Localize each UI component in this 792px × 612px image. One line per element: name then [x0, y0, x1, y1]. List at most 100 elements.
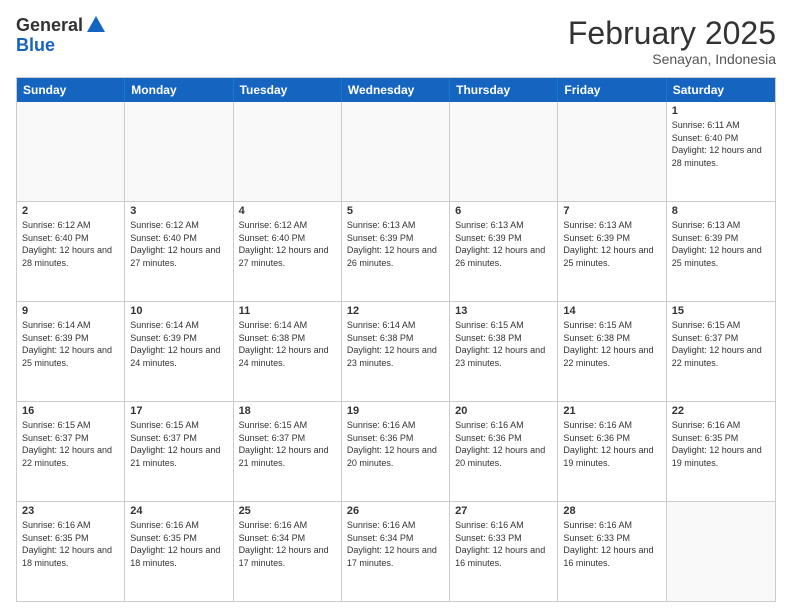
calendar-cell: 17Sunrise: 6:15 AM Sunset: 6:37 PM Dayli…: [125, 402, 233, 501]
location-text: Senayan, Indonesia: [568, 51, 776, 67]
calendar-row: 23 Sunrise: 6:16 AM Sunset: 6:35 PM Dayli…: [17, 502, 775, 601]
day-number: 11: [239, 305, 336, 317]
calendar-cell: 15 Sunrise: 6:15 AM Sunset: 6:37 PM Dayli…: [667, 302, 775, 401]
day-number: 26: [347, 505, 444, 517]
day-info: Sunrise: 6:14 AM Sunset: 6:39 PM Dayligh…: [22, 319, 119, 369]
logo: General Blue: [16, 16, 107, 56]
calendar-cell: [558, 102, 666, 201]
calendar-cell: 10 Sunrise: 6:14 AM Sunset: 6:39 PM Dayli…: [125, 302, 233, 401]
day-number: 19: [347, 405, 444, 417]
calendar-row: 1 Sunrise: 6:11 AM Sunset: 6:40 PM Daylig…: [17, 102, 775, 202]
day-number: 2: [22, 205, 119, 217]
calendar: SundayMondayTuesdayWednesdayThursdayFrid…: [16, 77, 776, 602]
day-number: 25: [239, 505, 336, 517]
day-info: Sunrise: 6:15 AM Sunset: 6:37 PM Dayligh…: [22, 419, 119, 469]
calendar-cell: 12Sunrise: 6:14 AM Sunset: 6:38 PM Dayli…: [342, 302, 450, 401]
calendar-cell: 28 Sunrise: 6:16 AM Sunset: 6:33 PM Dayli…: [558, 502, 666, 601]
day-info: Sunrise: 6:15 AM Sunset: 6:37 PM Dayligh…: [672, 319, 770, 369]
calendar-row: 16 Sunrise: 6:15 AM Sunset: 6:37 PM Dayli…: [17, 402, 775, 502]
day-number: 20: [455, 405, 552, 417]
weekday-header: Sunday: [17, 78, 125, 102]
day-number: 18: [239, 405, 336, 417]
calendar-cell: 26Sunrise: 6:16 AM Sunset: 6:34 PM Dayli…: [342, 502, 450, 601]
day-info: Sunrise: 6:13 AM Sunset: 6:39 PM Dayligh…: [455, 219, 552, 269]
title-section: February 2025 Senayan, Indonesia: [568, 16, 776, 67]
calendar-cell: 18 Sunrise: 6:15 AM Sunset: 6:37 PM Dayli…: [234, 402, 342, 501]
logo-icon: [85, 14, 107, 36]
day-info: Sunrise: 6:13 AM Sunset: 6:39 PM Dayligh…: [347, 219, 444, 269]
day-number: 12: [347, 305, 444, 317]
day-info: Sunrise: 6:15 AM Sunset: 6:38 PM Dayligh…: [455, 319, 552, 369]
day-info: Sunrise: 6:16 AM Sunset: 6:34 PM Dayligh…: [239, 519, 336, 569]
calendar-cell: 1 Sunrise: 6:11 AM Sunset: 6:40 PM Daylig…: [667, 102, 775, 201]
calendar-cell: 23 Sunrise: 6:16 AM Sunset: 6:35 PM Dayli…: [17, 502, 125, 601]
calendar-header: SundayMondayTuesdayWednesdayThursdayFrid…: [17, 78, 775, 102]
calendar-cell: 5 Sunrise: 6:13 AM Sunset: 6:39 PM Daylig…: [342, 202, 450, 301]
day-info: Sunrise: 6:13 AM Sunset: 6:39 PM Dayligh…: [563, 219, 660, 269]
day-info: Sunrise: 6:12 AM Sunset: 6:40 PM Dayligh…: [22, 219, 119, 269]
day-number: 22: [672, 405, 770, 417]
calendar-cell: 22 Sunrise: 6:16 AM Sunset: 6:35 PM Dayli…: [667, 402, 775, 501]
calendar-cell: 7 Sunrise: 6:13 AM Sunset: 6:39 PM Daylig…: [558, 202, 666, 301]
calendar-cell: 14 Sunrise: 6:15 AM Sunset: 6:38 PM Dayli…: [558, 302, 666, 401]
day-info: Sunrise: 6:15 AM Sunset: 6:38 PM Dayligh…: [563, 319, 660, 369]
calendar-cell: 6 Sunrise: 6:13 AM Sunset: 6:39 PM Daylig…: [450, 202, 558, 301]
day-number: 23: [22, 505, 119, 517]
day-info: Sunrise: 6:16 AM Sunset: 6:36 PM Dayligh…: [563, 419, 660, 469]
page-header: General Blue February 2025 Senayan, Indo…: [16, 16, 776, 67]
month-title: February 2025: [568, 16, 776, 51]
calendar-page: General Blue February 2025 Senayan, Indo…: [0, 0, 792, 612]
day-info: Sunrise: 6:14 AM Sunset: 6:38 PM Dayligh…: [239, 319, 336, 369]
day-number: 28: [563, 505, 660, 517]
logo-general-text: General: [16, 16, 83, 36]
calendar-cell: [234, 102, 342, 201]
calendar-cell: 24 Sunrise: 6:16 AM Sunset: 6:35 PM Dayli…: [125, 502, 233, 601]
calendar-cell: 11 Sunrise: 6:14 AM Sunset: 6:38 PM Dayli…: [234, 302, 342, 401]
day-info: Sunrise: 6:16 AM Sunset: 6:35 PM Dayligh…: [22, 519, 119, 569]
calendar-cell: [17, 102, 125, 201]
day-info: Sunrise: 6:13 AM Sunset: 6:39 PM Dayligh…: [672, 219, 770, 269]
day-info: Sunrise: 6:14 AM Sunset: 6:39 PM Dayligh…: [130, 319, 227, 369]
calendar-cell: 4Sunrise: 6:12 AM Sunset: 6:40 PM Daylig…: [234, 202, 342, 301]
calendar-cell: 21 Sunrise: 6:16 AM Sunset: 6:36 PM Dayli…: [558, 402, 666, 501]
calendar-cell: [342, 102, 450, 201]
calendar-cell: 8 Sunrise: 6:13 AM Sunset: 6:39 PM Daylig…: [667, 202, 775, 301]
day-info: Sunrise: 6:15 AM Sunset: 6:37 PM Dayligh…: [130, 419, 227, 469]
day-number: 21: [563, 405, 660, 417]
calendar-cell: 27Sunrise: 6:16 AM Sunset: 6:33 PM Dayli…: [450, 502, 558, 601]
weekday-header: Monday: [125, 78, 233, 102]
calendar-cell: [125, 102, 233, 201]
calendar-cell: 19Sunrise: 6:16 AM Sunset: 6:36 PM Dayli…: [342, 402, 450, 501]
day-info: Sunrise: 6:16 AM Sunset: 6:35 PM Dayligh…: [672, 419, 770, 469]
day-number: 9: [22, 305, 119, 317]
day-number: 5: [347, 205, 444, 217]
day-info: Sunrise: 6:15 AM Sunset: 6:37 PM Dayligh…: [239, 419, 336, 469]
weekday-header: Wednesday: [342, 78, 450, 102]
calendar-cell: 9 Sunrise: 6:14 AM Sunset: 6:39 PM Daylig…: [17, 302, 125, 401]
day-number: 24: [130, 505, 227, 517]
day-number: 15: [672, 305, 770, 317]
weekday-header: Tuesday: [234, 78, 342, 102]
calendar-row: 9 Sunrise: 6:14 AM Sunset: 6:39 PM Daylig…: [17, 302, 775, 402]
day-number: 1: [672, 105, 770, 117]
day-number: 10: [130, 305, 227, 317]
calendar-cell: 20Sunrise: 6:16 AM Sunset: 6:36 PM Dayli…: [450, 402, 558, 501]
day-number: 14: [563, 305, 660, 317]
day-info: Sunrise: 6:16 AM Sunset: 6:35 PM Dayligh…: [130, 519, 227, 569]
calendar-cell: 13Sunrise: 6:15 AM Sunset: 6:38 PM Dayli…: [450, 302, 558, 401]
calendar-body: 1 Sunrise: 6:11 AM Sunset: 6:40 PM Daylig…: [17, 102, 775, 601]
day-info: Sunrise: 6:11 AM Sunset: 6:40 PM Dayligh…: [672, 119, 770, 169]
calendar-cell: [450, 102, 558, 201]
day-info: Sunrise: 6:16 AM Sunset: 6:33 PM Dayligh…: [455, 519, 552, 569]
weekday-header: Thursday: [450, 78, 558, 102]
day-info: Sunrise: 6:16 AM Sunset: 6:33 PM Dayligh…: [563, 519, 660, 569]
day-number: 16: [22, 405, 119, 417]
day-number: 7: [563, 205, 660, 217]
day-info: Sunrise: 6:12 AM Sunset: 6:40 PM Dayligh…: [239, 219, 336, 269]
calendar-row: 2 Sunrise: 6:12 AM Sunset: 6:40 PM Daylig…: [17, 202, 775, 302]
day-number: 3: [130, 205, 227, 217]
day-number: 6: [455, 205, 552, 217]
calendar-cell: 16 Sunrise: 6:15 AM Sunset: 6:37 PM Dayli…: [17, 402, 125, 501]
day-number: 8: [672, 205, 770, 217]
weekday-header: Saturday: [667, 78, 775, 102]
